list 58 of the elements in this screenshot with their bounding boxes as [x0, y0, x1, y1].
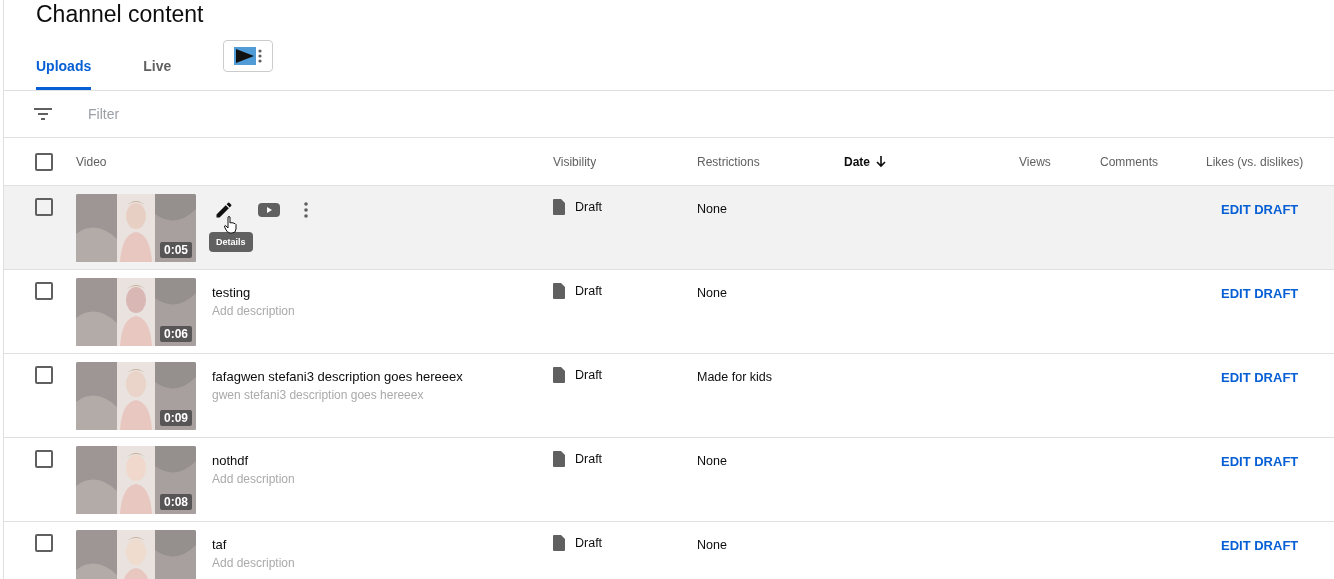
filter-icon[interactable]	[34, 108, 52, 120]
more-icon[interactable]	[302, 200, 310, 220]
visibility-status: Draft	[575, 284, 603, 298]
hand-cursor-icon	[224, 216, 238, 234]
tab[interactable]: Uploads	[36, 32, 92, 90]
row-checkbox[interactable]	[35, 198, 53, 216]
row-checkbox[interactable]	[35, 282, 53, 300]
restrictions-value: None	[697, 537, 728, 552]
visibility-status: Draft	[575, 200, 603, 214]
column-header[interactable]: Visibility	[553, 154, 597, 169]
video-description: Add description	[212, 304, 295, 318]
edit-draft-button[interactable]: EDIT DRAFT	[1221, 452, 1299, 471]
video-duration: 0:09	[159, 410, 192, 426]
video-description: Add description	[212, 472, 295, 486]
youtube-icon[interactable]	[256, 200, 282, 220]
video-title[interactable]: fafagwen stefani3 description goes hereeex	[212, 369, 463, 384]
restrictions-value: None	[697, 285, 728, 300]
video-row[interactable]: 0:05 Details Draft None EDIT DRAFT	[4, 186, 1334, 270]
visibility-status: Draft	[575, 452, 603, 466]
column-header[interactable]: Comments	[1100, 154, 1158, 169]
edit-draft-button[interactable]: EDIT DRAFT	[1221, 368, 1299, 387]
document-icon	[553, 535, 565, 551]
edit-draft-button[interactable]: EDIT DRAFT	[1221, 284, 1299, 303]
select-all-checkbox[interactable]	[35, 152, 53, 171]
channel-logo-button[interactable]	[223, 40, 274, 72]
video-duration: 0:06	[159, 326, 192, 342]
edit-draft-button[interactable]: EDIT DRAFT	[1221, 200, 1299, 219]
video-duration: 0:08	[159, 494, 192, 510]
video-title[interactable]: testing	[212, 285, 295, 300]
column-header[interactable]: Restrictions	[697, 154, 760, 169]
video-title[interactable]: taf	[212, 537, 295, 552]
visibility-status: Draft	[575, 536, 603, 550]
tab[interactable]: Live	[143, 32, 172, 90]
visibility-status: Draft	[575, 368, 603, 382]
restrictions-value: Made for kids	[697, 369, 774, 384]
document-icon	[553, 283, 565, 299]
column-header[interactable]: Date	[844, 154, 886, 169]
sort-arrow-icon	[876, 155, 886, 168]
video-title[interactable]: nothdf	[212, 453, 295, 468]
restrictions-value: None	[697, 453, 728, 468]
edit-draft-button[interactable]: EDIT DRAFT	[1221, 536, 1299, 555]
column-header[interactable]: Views	[1019, 154, 1051, 169]
more-icon	[258, 49, 263, 63]
tooltip: Details	[209, 232, 253, 252]
video-description: Add description	[212, 556, 295, 570]
column-header[interactable]: Likes (vs. dislikes)	[1206, 154, 1304, 169]
row-checkbox[interactable]	[35, 450, 53, 468]
logo-icon	[234, 47, 257, 65]
row-checkbox[interactable]	[35, 366, 53, 384]
page-title: Channel content	[35, 0, 205, 29]
row-checkbox[interactable]	[35, 534, 53, 552]
document-icon	[553, 451, 565, 467]
video-duration: 0:05	[159, 242, 192, 258]
document-icon	[553, 367, 565, 383]
column-header[interactable]: Video	[76, 154, 107, 169]
video-description: gwen stefani3 description goes hereeex	[212, 388, 425, 402]
document-icon	[553, 199, 565, 215]
restrictions-value: None	[697, 201, 728, 216]
